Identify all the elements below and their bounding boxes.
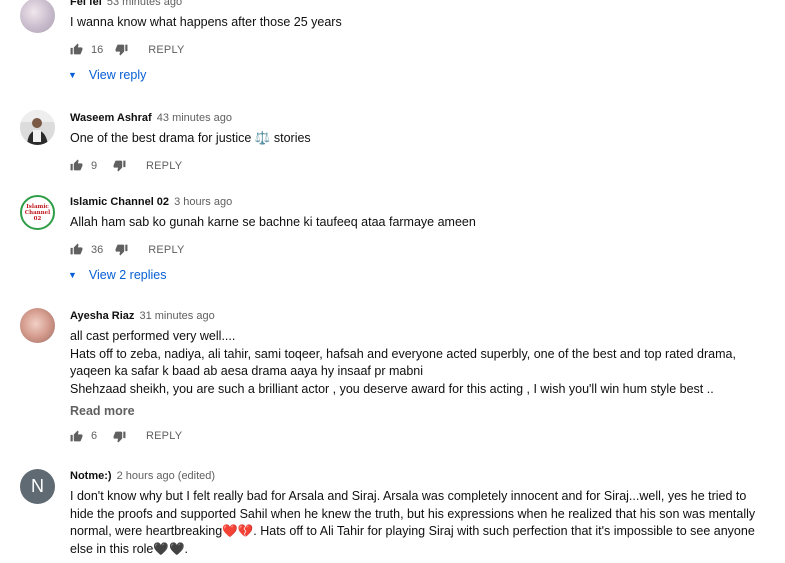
thumbs-down-icon	[113, 431, 126, 442]
thumbs-down-icon	[113, 160, 126, 172]
comment-text-line: Shehzaad sheikh, you are such a brillian…	[70, 381, 714, 396]
like-button[interactable]	[70, 43, 83, 56]
comment-text: all cast performed very well.... Hats of…	[70, 328, 765, 398]
comment-time[interactable]: 2 hours ago (edited)	[117, 470, 215, 482]
comment-header: Notme:) 2 hours ago (edited)	[70, 468, 765, 484]
comment-author[interactable]: Waseem Ashraf	[70, 112, 152, 124]
like-count: 6	[91, 430, 98, 442]
dislike-button[interactable]	[115, 43, 128, 56]
thumbs-up-icon	[70, 430, 83, 441]
dislike-button[interactable]	[115, 243, 128, 256]
dislike-button[interactable]	[113, 159, 126, 172]
thumbs-up-icon	[70, 43, 83, 55]
comment-time[interactable]: 31 minutes ago	[139, 310, 214, 322]
comment-time[interactable]: 53 minutes ago	[107, 0, 182, 8]
reply-button[interactable]: REPLY	[148, 44, 184, 56]
comment-author[interactable]: Fei fei	[70, 0, 102, 8]
like-count: 9	[91, 159, 98, 172]
avatar-text: Islamic Channel 02	[24, 203, 51, 222]
view-replies-button[interactable]: ▼ View reply	[68, 68, 765, 82]
thumbs-down-icon	[115, 44, 128, 56]
comment-header: Fei fei 53 minutes ago	[70, 0, 765, 10]
comment-time[interactable]: 43 minutes ago	[157, 112, 232, 124]
comment-text: I don't know why but I felt really bad f…	[70, 488, 765, 558]
comment-author[interactable]: Notme:)	[70, 470, 112, 482]
avatar[interactable]	[20, 308, 55, 343]
like-count: 16	[91, 43, 104, 56]
reply-button[interactable]: REPLY	[148, 244, 184, 256]
comment-actions: 9 REPLY	[70, 156, 765, 176]
comment-actions: 36 REPLY	[70, 240, 765, 260]
comment-actions: 6 REPLY	[70, 426, 765, 446]
comment-text: I wanna know what happens after those 25…	[70, 14, 765, 32]
avatar[interactable]: Islamic Channel 02	[20, 195, 55, 230]
chevron-down-icon: ▼	[68, 69, 77, 80]
comment-text-line: One of the best drama for justice ⚖️ sto…	[70, 131, 311, 145]
avatar-letter: N	[31, 476, 44, 496]
comment-text: Allah ham sab ko gunah karne se bachne k…	[70, 214, 765, 232]
read-more-button[interactable]: Read more	[70, 404, 765, 418]
comment-text: One of the best drama for justice ⚖️ sto…	[70, 130, 765, 148]
person-photo-icon	[20, 110, 55, 145]
thumbs-up-icon	[70, 243, 83, 255]
view-replies-button[interactable]: ▼ View 2 replies	[68, 268, 765, 282]
comment-text-line: Allah ham sab ko gunah karne se bachne k…	[70, 215, 476, 229]
like-button[interactable]	[70, 159, 83, 172]
reply-button[interactable]: REPLY	[146, 430, 182, 442]
avatar[interactable]	[20, 0, 55, 33]
dislike-button[interactable]	[113, 430, 126, 443]
like-button[interactable]	[70, 430, 83, 443]
comment-time[interactable]: 3 hours ago	[174, 196, 232, 208]
view-replies-label: View reply	[88, 67, 147, 82]
comment-header: Ayesha Riaz 31 minutes ago	[70, 308, 765, 324]
chevron-down-icon: ▼	[68, 269, 77, 280]
avatar[interactable]	[20, 110, 55, 145]
comment-author[interactable]: Ayesha Riaz	[70, 310, 134, 322]
comment-author[interactable]: Islamic Channel 02	[70, 196, 169, 208]
view-replies-label: View 2 replies	[88, 267, 167, 282]
like-button[interactable]	[70, 243, 83, 256]
comment-text-line: I wanna know what happens after those 25…	[70, 15, 342, 29]
avatar[interactable]: N	[20, 469, 55, 504]
comment-text-line: I don't know why but I felt really bad f…	[70, 489, 756, 556]
comment-actions: 16 REPLY	[70, 40, 765, 60]
comment-header: Islamic Channel 02 3 hours ago	[70, 194, 765, 210]
reply-button[interactable]: REPLY	[146, 160, 182, 172]
comment-header: Waseem Ashraf 43 minutes ago	[70, 110, 765, 126]
comment-text-line: all cast performed very well....	[70, 329, 236, 343]
thumbs-down-icon	[115, 244, 128, 256]
comment-text-line: Hats off to zeba, nadiya, ali tahir, sam…	[70, 346, 736, 379]
thumbs-up-icon	[70, 159, 83, 171]
like-count: 36	[91, 243, 104, 256]
